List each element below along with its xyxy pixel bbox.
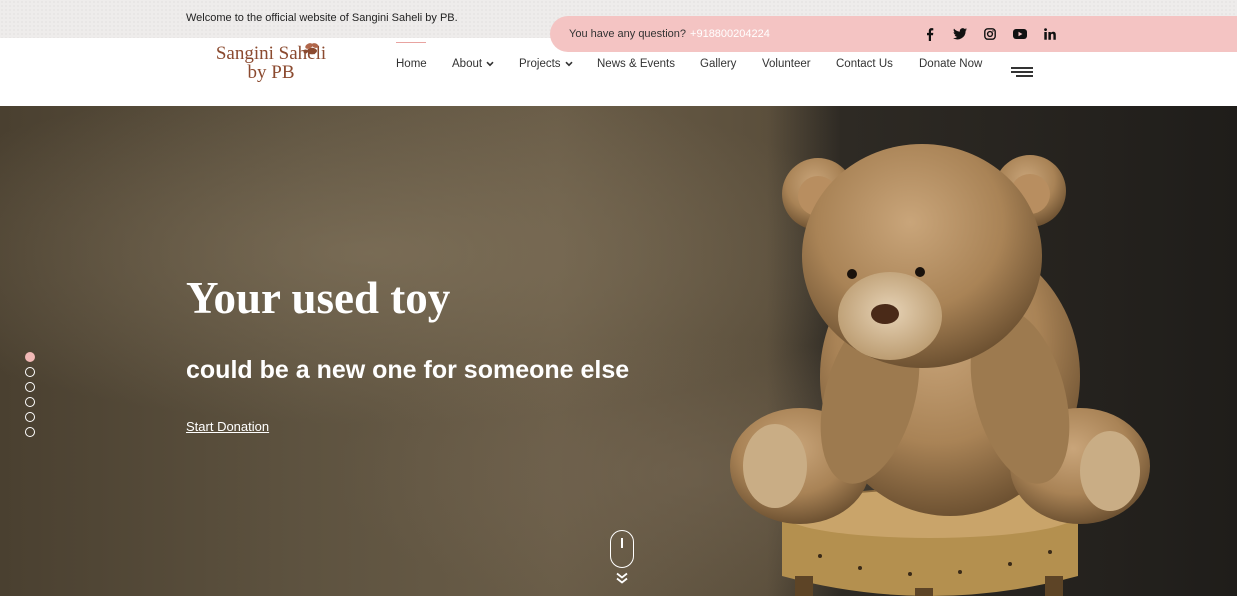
- nav-contact[interactable]: Contact Us: [836, 58, 893, 70]
- nav-home[interactable]: Home: [396, 42, 427, 70]
- linkedin-icon[interactable]: [1042, 26, 1058, 42]
- nav-projects-label: Projects: [519, 58, 561, 70]
- facebook-icon[interactable]: [922, 26, 938, 42]
- logo-line2: by PB: [247, 62, 295, 83]
- hero-subtitle: could be a new one for someone else: [186, 356, 630, 384]
- site-logo[interactable]: Sangini Saheli by PB: [206, 43, 336, 83]
- nav-gallery-label: Gallery: [700, 58, 737, 70]
- contact-question: You have any question? +918800204224: [569, 28, 770, 40]
- nav-news-events[interactable]: News & Events: [597, 58, 675, 70]
- nav-about-label: About: [452, 58, 483, 70]
- scroll-down-mouse-icon[interactable]: [610, 530, 634, 568]
- nav-projects[interactable]: Projects: [519, 58, 573, 70]
- nav-donate-label: Donate Now: [919, 58, 983, 70]
- bee-logo-icon: [303, 43, 319, 55]
- phone-link[interactable]: +918800204224: [690, 28, 770, 40]
- twitter-icon[interactable]: [952, 26, 968, 42]
- slider-dot[interactable]: [25, 367, 35, 377]
- contact-bar: You have any question? +918800204224: [550, 16, 1237, 52]
- nav-volunteer-label: Volunteer: [762, 58, 811, 70]
- menu-icon[interactable]: [1011, 67, 1033, 79]
- instagram-icon[interactable]: [982, 26, 998, 42]
- nav-volunteer[interactable]: Volunteer: [762, 58, 811, 70]
- nav-news-label: News & Events: [597, 58, 675, 70]
- slider-pagination: [25, 352, 35, 442]
- nav-about[interactable]: About: [452, 58, 494, 70]
- slider-dot[interactable]: [25, 427, 35, 437]
- nav-gallery[interactable]: Gallery: [700, 58, 736, 70]
- slider-dot[interactable]: [25, 382, 35, 392]
- social-links: [922, 26, 1058, 42]
- welcome-text: Welcome to the official website of Sangi…: [186, 12, 458, 24]
- start-donation-link[interactable]: Start Donation: [186, 419, 269, 434]
- slider-dot[interactable]: [25, 412, 35, 422]
- chevron-down-icon: [564, 61, 573, 67]
- nav-home-label: Home: [396, 58, 427, 70]
- teddy-bear-image: [730, 144, 1150, 596]
- nav-contact-label: Contact Us: [836, 58, 893, 70]
- slider-dot[interactable]: [25, 397, 35, 407]
- hero-slider: Your used toy could be a new one for som…: [0, 106, 1237, 596]
- chevron-down-icon: [486, 61, 494, 67]
- hero-title: Your used toy: [186, 273, 451, 323]
- question-label: You have any question?: [569, 28, 687, 40]
- double-chevron-down-icon[interactable]: [615, 572, 629, 584]
- youtube-icon[interactable]: [1012, 26, 1028, 42]
- slider-dot[interactable]: [25, 352, 35, 362]
- nav-donate[interactable]: Donate Now: [919, 58, 982, 70]
